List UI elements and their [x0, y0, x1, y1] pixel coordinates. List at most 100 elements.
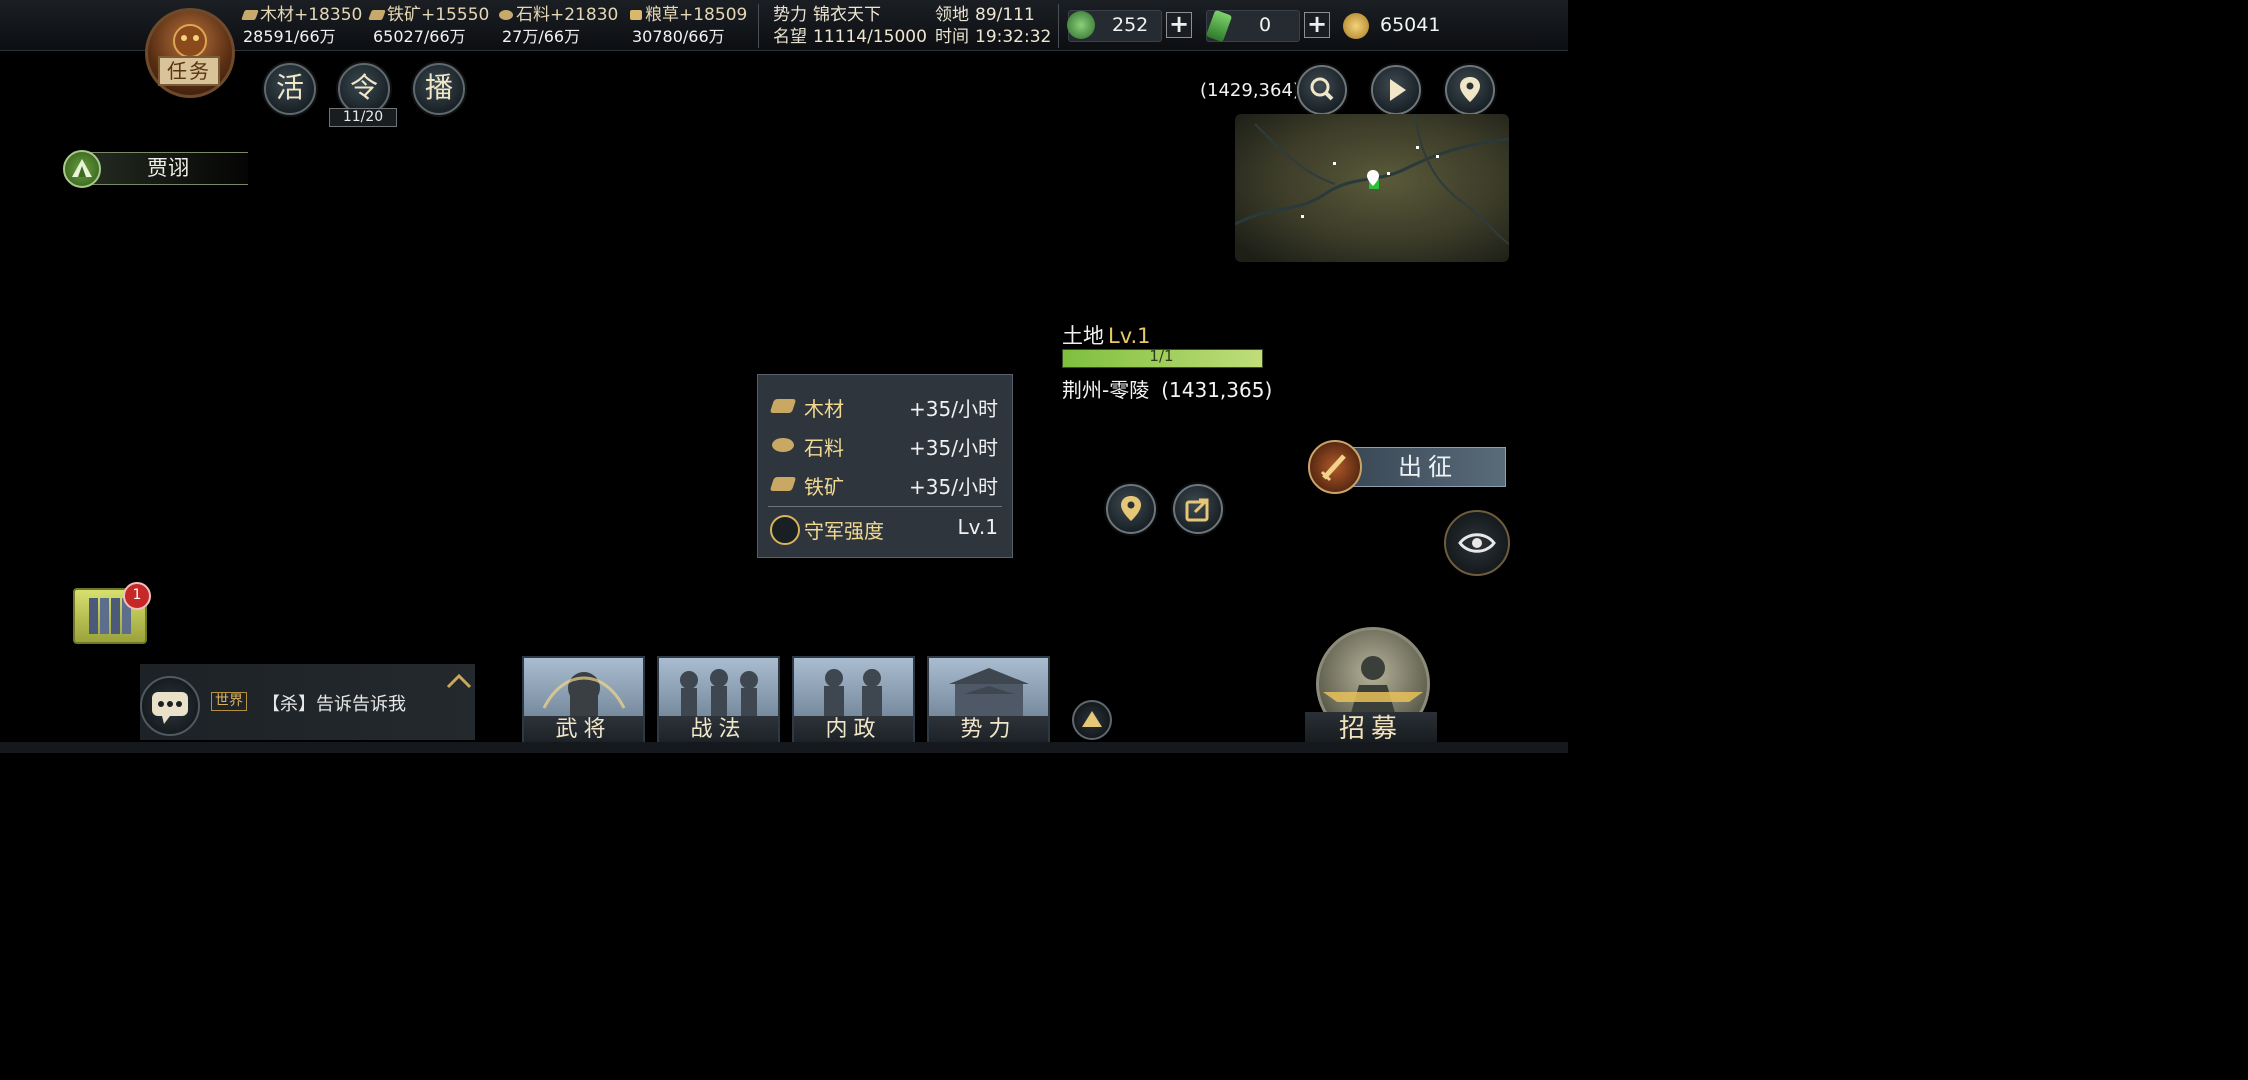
tile-type: 土地 — [1062, 324, 1104, 348]
production-rate: +35/小时 — [909, 397, 998, 421]
navigate-button[interactable] — [1371, 65, 1421, 115]
tile-location: 荆州-零陵 (1431,365) — [1062, 374, 1272, 403]
sword-glyph — [1320, 454, 1346, 482]
view-toggle-button[interactable] — [1444, 510, 1510, 576]
jade-amount: 252 — [1112, 14, 1149, 36]
time-value: 19:32:32 — [975, 27, 1052, 47]
resource-name: 石料 — [516, 5, 550, 25]
tile-title: 土地 Lv.1 — [1062, 320, 1151, 350]
resource-stone[interactable]: 石料+21830 27万/66万 — [499, 4, 629, 48]
tile-durability-text: 1/1 — [1149, 347, 1174, 365]
divider — [768, 506, 1002, 507]
prestige-value: 11114/15000 — [813, 27, 927, 47]
resource-amount: 27万/66万 — [502, 27, 581, 46]
location-button[interactable] — [1445, 65, 1495, 115]
resource-name: 粮草 — [645, 5, 679, 25]
tent-glyph — [72, 159, 92, 177]
tab-generals[interactable]: 武将 — [522, 656, 645, 746]
resource-rate: +21830 — [550, 5, 619, 25]
production-rate: +35/小时 — [909, 436, 998, 460]
divider — [1058, 4, 1059, 48]
resource-amount: 65027/66万 — [373, 27, 466, 46]
orders-counter: 11/20 — [329, 108, 397, 127]
territory-value: 89/111 — [975, 5, 1035, 25]
wood-icon — [241, 10, 259, 20]
map-pin-icon — [1121, 496, 1141, 521]
resource-wood[interactable]: 木材+18350 28591/66万 — [241, 4, 373, 48]
resource-amount: 28591/66万 — [243, 27, 336, 46]
copper-coin-icon — [1343, 13, 1369, 39]
resource-name: 铁矿 — [387, 5, 421, 25]
stone-icon — [499, 10, 513, 20]
resource-amount: 30780/66万 — [632, 27, 725, 46]
palace-art — [949, 668, 1029, 716]
divider — [758, 4, 759, 48]
tab-label: 内政 — [794, 716, 913, 744]
share-icon — [1185, 498, 1209, 522]
production-name: 木材 — [804, 397, 844, 421]
share-button[interactable] — [1173, 484, 1223, 534]
triangle-up-icon — [1082, 711, 1102, 727]
resource-rate: +18350 — [294, 5, 363, 25]
prestige-info[interactable]: 名望 11114/15000 — [773, 26, 927, 48]
add-jade-button[interactable]: + — [1166, 12, 1192, 38]
tab-tactics[interactable]: 战法 — [657, 656, 780, 746]
production-rate: +35/小时 — [909, 475, 998, 499]
camp-tent-icon[interactable] — [63, 150, 101, 188]
expand-menu-button[interactable] — [1072, 700, 1112, 740]
production-panel: 木材 +35/小时 石料 +35/小时 铁矿 +35/小时 守军强度 Lv.1 — [757, 374, 1013, 558]
chat-button[interactable] — [140, 676, 200, 736]
prestige-label: 名望 — [773, 27, 807, 47]
tile-location-name: 荆州-零陵 — [1062, 378, 1150, 402]
wood-icon — [769, 399, 797, 413]
shield-icon — [770, 515, 800, 545]
tab-domestic[interactable]: 内政 — [792, 656, 915, 746]
iron-icon — [368, 10, 386, 20]
chat-bubble-icon — [152, 692, 188, 724]
play-arrow-icon — [1390, 79, 1406, 101]
faction-info[interactable]: 势力 锦衣天下 — [773, 4, 881, 26]
iron-icon — [769, 477, 797, 491]
production-name: 石料 — [804, 436, 844, 460]
minimap[interactable] — [1234, 113, 1510, 262]
jade-icon — [1067, 11, 1095, 39]
eye-icon — [1458, 533, 1496, 553]
territory-info[interactable]: 领地 89/111 — [935, 4, 1035, 26]
tab-label: 武将 — [524, 716, 643, 744]
tile-level: Lv.1 — [1108, 324, 1151, 348]
chat-channel-tag: 世界 — [211, 692, 247, 711]
production-row: 铁矿 +35/小时 — [758, 465, 1012, 503]
chat-message: 【杀】告诉告诉我 — [262, 694, 406, 715]
production-row: 石料 +35/小时 — [758, 426, 1012, 464]
sword-icon[interactable] — [1308, 440, 1362, 494]
mark-location-button[interactable] — [1106, 484, 1156, 534]
tab-faction[interactable]: 势力 — [927, 656, 1050, 746]
search-button[interactable] — [1297, 65, 1347, 115]
tile-coordinates: (1431,365) — [1161, 378, 1273, 402]
copper-amount: 65041 — [1380, 14, 1441, 36]
time-label: 时间 — [935, 27, 969, 47]
garrison-label: 守军强度 — [804, 519, 884, 543]
officials-art — [824, 669, 882, 716]
faction-value: 锦衣天下 — [813, 5, 881, 25]
tab-label: 战法 — [659, 716, 778, 744]
resource-name: 木材 — [260, 5, 294, 25]
march-button[interactable]: 出征 — [1350, 447, 1506, 487]
garrison-row: 守军强度 Lv.1 — [758, 509, 1012, 547]
soldiers-art — [680, 669, 758, 716]
resource-rate: +18509 — [679, 5, 748, 25]
mission-label: 任务 — [158, 56, 220, 86]
search-icon — [1310, 77, 1334, 101]
generals-art — [542, 672, 626, 716]
general-name-label[interactable]: 贾诩 — [88, 152, 248, 185]
resource-grain[interactable]: 粮草+18509 30780/66万 — [630, 4, 760, 48]
chevron-up-icon[interactable] — [446, 672, 472, 694]
activity-button[interactable]: 活 — [264, 63, 316, 115]
add-bamboo-button[interactable]: + — [1304, 12, 1330, 38]
notification-badge: 1 — [123, 582, 151, 610]
map-pin-icon — [1460, 77, 1480, 102]
broadcast-button[interactable]: 播 — [413, 63, 465, 115]
resource-iron[interactable]: 铁矿+15550 65027/66万 — [368, 4, 500, 48]
resource-rate: +15550 — [421, 5, 490, 25]
grain-icon — [630, 10, 642, 20]
